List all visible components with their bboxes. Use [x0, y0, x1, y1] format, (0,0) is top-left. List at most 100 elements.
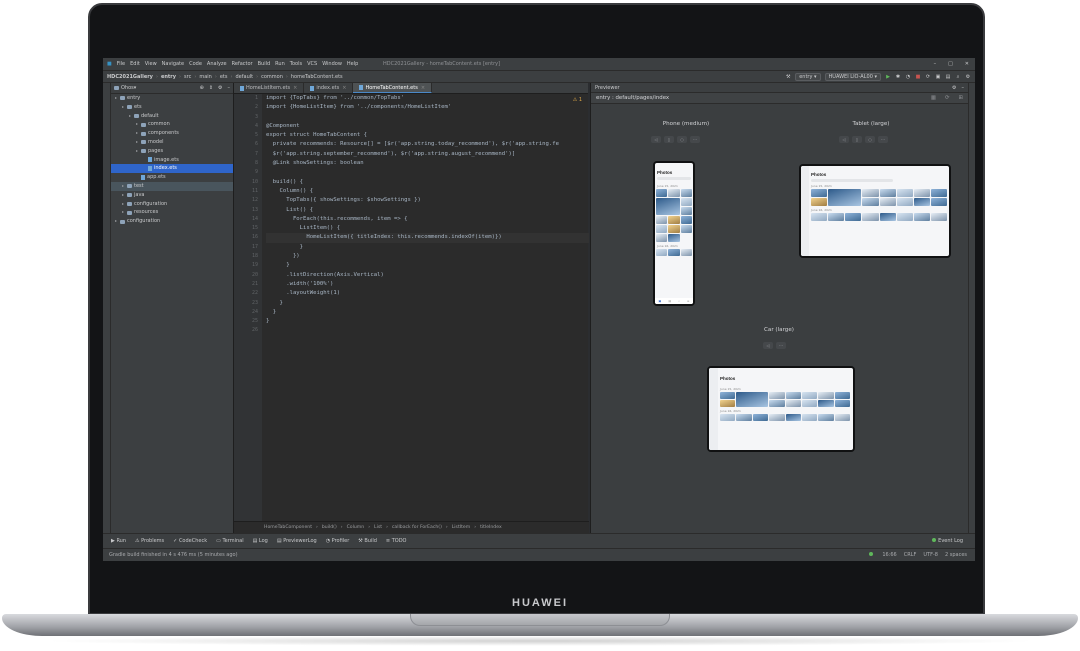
menu-tools[interactable]: Tools	[290, 61, 302, 67]
tool-profiler[interactable]: ◔ Profiler	[326, 538, 350, 544]
code-line[interactable]	[266, 168, 589, 177]
albums-tab-icon[interactable]: ▤	[668, 299, 671, 303]
tree-item[interactable]: ▸ configuration	[111, 217, 233, 226]
menu-edit[interactable]: Edit	[130, 61, 140, 67]
code-breadcrumb-item[interactable]: List	[374, 525, 382, 530]
file-encoding[interactable]: UTF-8	[923, 552, 938, 558]
menu-help[interactable]: Help	[347, 61, 358, 67]
tree-item[interactable]: ▸ java	[111, 191, 233, 200]
rotate-icon[interactable]: ◁	[839, 136, 849, 143]
collapse-icon[interactable]: ⇕	[209, 85, 213, 91]
menu-window[interactable]: Window	[322, 61, 342, 67]
code-line[interactable]: })	[266, 252, 589, 261]
rotate-icon[interactable]: ◁	[763, 342, 773, 349]
settings-icon[interactable]: ⚙	[965, 74, 971, 80]
tool-build[interactable]: ⚒ Build	[358, 538, 377, 544]
code-area[interactable]: 1 2 3 4 5 6 7 8 9 10 11 12 13 14 15 16 17 18 19 20 21 22 23 24 2…	[234, 94, 589, 521]
stop-icon[interactable]: ■	[915, 74, 921, 80]
code-line[interactable]: build() {	[266, 178, 589, 187]
tool-run[interactable]: ▶ Run	[111, 538, 126, 544]
device-select[interactable]: HUAWEI LIO-AL00 ▾	[824, 72, 881, 81]
tree-item[interactable]: ▸ resources	[111, 208, 233, 217]
code-breadcrumb-item[interactable]: titleIndex	[480, 525, 502, 530]
menu-file[interactable]: File	[117, 61, 125, 67]
menu-build[interactable]: Build	[258, 61, 271, 67]
tree-item[interactable]: ▸ entry	[111, 94, 233, 103]
code-line[interactable]: $r('app.string.september_recommend'), $r…	[266, 150, 589, 159]
crumb-common[interactable]: common	[261, 74, 283, 80]
search-icon[interactable]: ⌕	[955, 74, 961, 80]
tree-item[interactable]: ▸ test	[111, 181, 233, 191]
code-line[interactable]: .layoutWeight(1)	[266, 289, 589, 298]
code-line[interactable]: import {TopTabs} from '../common/TopTabs…	[266, 94, 589, 103]
tree-item[interactable]: ▸ common	[111, 120, 233, 129]
status-message[interactable]: Gradle build finished in 4 s 476 ms (5 m…	[109, 552, 238, 558]
chevron-down-icon[interactable]: ▾	[134, 85, 137, 91]
debug-icon[interactable]: ✱	[895, 74, 901, 80]
code-line[interactable]: Column() {	[266, 187, 589, 196]
minimize-icon[interactable]: –	[934, 61, 937, 67]
code-line[interactable]	[266, 326, 589, 335]
tool-previewerlog[interactable]: ▤ PreviewerLog	[277, 538, 317, 544]
crumb-project[interactable]: HDC2021Gallery	[107, 74, 153, 80]
more-icon[interactable]: ···	[690, 136, 700, 143]
hide-icon[interactable]: –	[228, 85, 231, 91]
run-icon[interactable]: ▶	[885, 74, 891, 80]
tool-event-log[interactable]: Event Log	[932, 538, 975, 544]
code-lines[interactable]: import {TopTabs} from '../common/TopTabs…	[266, 94, 589, 521]
device-manager-icon[interactable]: ▣	[935, 74, 941, 80]
inspector-icon[interactable]: ⊞	[958, 95, 963, 101]
code-line[interactable]: .width('100%')	[266, 280, 589, 289]
code-line[interactable]: }	[266, 243, 589, 252]
tab-hometabcontent[interactable]: HomeTabContent.ets ×	[353, 83, 433, 93]
tree-item[interactable]: ▸ ets	[111, 103, 233, 112]
car-preview[interactable]: Photos June 15, 2021 June 16, 2021	[707, 366, 855, 452]
menu-code[interactable]: Code	[189, 61, 202, 67]
crumb-file[interactable]: homeTabContent.ets	[291, 74, 343, 80]
code-line[interactable]: TopTabs({ showSettings: $showSettings })	[266, 196, 589, 205]
hide-icon[interactable]: –	[962, 85, 965, 91]
crumb-main[interactable]: main	[199, 74, 212, 80]
code-line[interactable]: }	[266, 308, 589, 317]
settings-icon[interactable]: ○	[677, 136, 687, 143]
refresh-icon[interactable]: ⟳	[945, 95, 950, 101]
tree-item[interactable]: ▸ components	[111, 129, 233, 138]
search-tab-icon[interactable]: ⌕	[678, 299, 680, 303]
crumb-module[interactable]: entry	[161, 74, 176, 80]
crumb-default[interactable]: default	[236, 74, 254, 80]
menu-vcs[interactable]: VCS	[307, 61, 317, 67]
tree-item[interactable]: ▸ configuration	[111, 200, 233, 209]
tool-terminal[interactable]: ▭ Terminal	[216, 538, 243, 544]
crumb-src[interactable]: src	[184, 74, 191, 80]
tool-codecheck[interactable]: ✓ CodeCheck	[173, 538, 207, 544]
code-line[interactable]: import {HomeListItem} from '../component…	[266, 103, 589, 112]
menu-run[interactable]: Run	[275, 61, 285, 67]
code-line[interactable]: export struct HomeTabContent {	[266, 131, 589, 140]
settings-icon[interactable]: ○	[865, 136, 875, 143]
close-tab-icon[interactable]: ×	[342, 85, 346, 91]
code-breadcrumb-item[interactable]: build()	[322, 525, 337, 530]
tool-problems[interactable]: ⚠ Problems	[135, 538, 164, 544]
caret-position[interactable]: 16:66	[882, 552, 896, 558]
tablet-preview[interactable]: Photos June 15, 2021 June 16, 2021	[799, 164, 951, 258]
menu-refactor[interactable]: Refactor	[232, 61, 253, 67]
screenshot-icon[interactable]: ▯	[664, 136, 674, 143]
menu-analyze[interactable]: Analyze	[207, 61, 227, 67]
more-icon[interactable]: ···	[776, 342, 786, 349]
code-line[interactable]: HomeListItem({ titleIndex: this.recommen…	[266, 233, 589, 243]
more-tab-icon[interactable]: ≡	[687, 299, 690, 303]
gear-icon[interactable]: ⚙	[218, 85, 222, 91]
tool-todo[interactable]: ≡ TODO	[386, 538, 407, 544]
code-line[interactable]: }	[266, 299, 589, 308]
menu-navigate[interactable]: Navigate	[162, 61, 184, 67]
sdk-manager-icon[interactable]: ▤	[945, 74, 951, 80]
gear-icon[interactable]: ⚙	[952, 85, 956, 91]
project-view-select[interactable]: Ohos	[121, 85, 134, 91]
code-line[interactable]: ForEach(this.recommends, item => {	[266, 215, 589, 224]
indent-setting[interactable]: 2 spaces	[945, 552, 967, 558]
tree-item[interactable]: ▸ default	[111, 112, 233, 121]
run-config-select[interactable]: entry ▾	[795, 72, 821, 81]
code-breadcrumb-item[interactable]: HomeTabComponent	[264, 525, 312, 530]
tab-homelistitem[interactable]: HomeListItem.ets ×	[234, 83, 305, 93]
code-line[interactable]: ListItem() {	[266, 224, 589, 233]
